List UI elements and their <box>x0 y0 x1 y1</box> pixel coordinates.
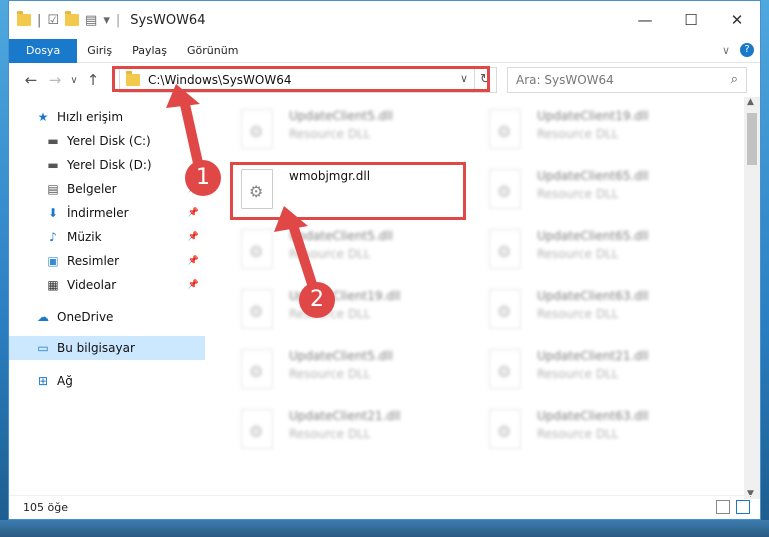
annotation-arrows <box>166 84 317 289</box>
arrow-2 <box>274 206 317 289</box>
step-2-badge: 2 <box>299 282 335 318</box>
taskbar <box>0 520 769 537</box>
arrow-1 <box>166 84 205 177</box>
step-1-badge: 1 <box>185 160 221 196</box>
